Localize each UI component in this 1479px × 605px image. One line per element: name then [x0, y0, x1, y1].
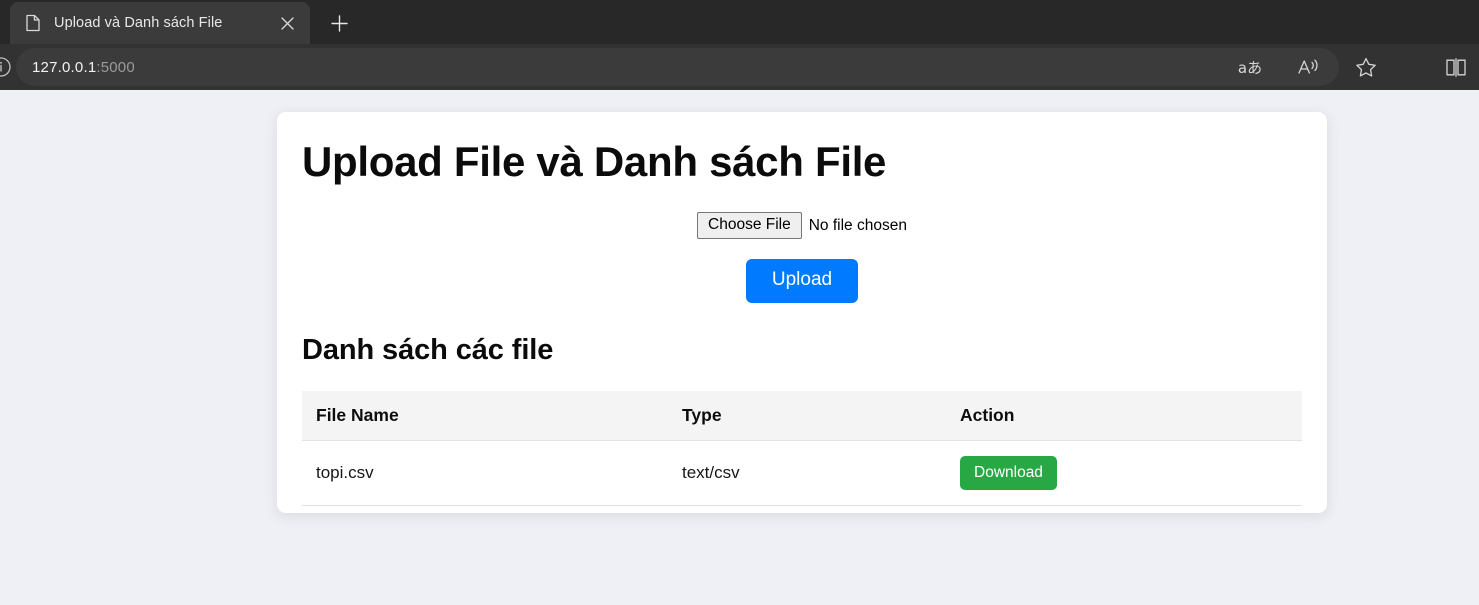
page-icon: [24, 14, 42, 32]
upload-button[interactable]: Upload: [745, 259, 859, 303]
browser-tab-active[interactable]: Upload và Danh sách File: [10, 2, 310, 44]
new-tab-button[interactable]: [322, 6, 356, 40]
toolbar-actions: aあ: [1235, 52, 1381, 82]
page-title: Upload File và Danh sách File: [302, 138, 887, 185]
column-header-action: Action: [946, 391, 1302, 441]
split-screen-icon[interactable]: [1439, 52, 1473, 82]
file-input[interactable]: Choose File No file chosen: [302, 212, 1302, 240]
file-list-title: Danh sách các file: [302, 334, 554, 366]
translate-icon[interactable]: aあ: [1235, 52, 1265, 82]
column-header-type: Type: [668, 391, 946, 441]
choose-file-button[interactable]: Choose File: [697, 212, 802, 240]
site-info-icon[interactable]: [0, 53, 15, 81]
address-bar[interactable]: 127.0.0.1:5000: [16, 48, 1339, 86]
file-status-text: No file chosen: [808, 216, 907, 234]
favorites-icon[interactable]: [1351, 52, 1381, 82]
cell-file-name: topi.csv: [302, 440, 668, 507]
upload-card: Upload File và Danh sách File Choose Fil…: [277, 112, 1327, 513]
url-port: :5000: [96, 58, 135, 76]
browser-toolbar: 127.0.0.1:5000 aあ: [0, 44, 1479, 90]
tab-title: Upload và Danh sách File: [54, 15, 223, 31]
cell-action: Download: [946, 440, 1302, 507]
download-button[interactable]: Download: [960, 456, 1057, 491]
read-aloud-icon[interactable]: [1293, 52, 1323, 82]
browser-chrome: Upload và Danh sách File 127.0.0.1:5000: [0, 0, 1479, 90]
file-list-table: File Name Type Action topi.csv text/csv …: [302, 391, 1302, 507]
table-row: topi.csv text/csv Download: [302, 440, 1302, 507]
table-header-row: File Name Type Action: [302, 391, 1302, 441]
page-content: Upload File và Danh sách File Choose Fil…: [0, 90, 1479, 605]
close-icon[interactable]: [274, 10, 300, 36]
upload-form: Choose File No file chosen Upload: [302, 212, 1302, 303]
cell-file-type: text/csv: [668, 440, 946, 507]
tab-strip: Upload và Danh sách File: [0, 0, 1479, 44]
url-host: 127.0.0.1: [32, 58, 97, 76]
column-header-file-name: File Name: [302, 391, 668, 441]
translate-glyph: aあ: [1237, 58, 1263, 77]
